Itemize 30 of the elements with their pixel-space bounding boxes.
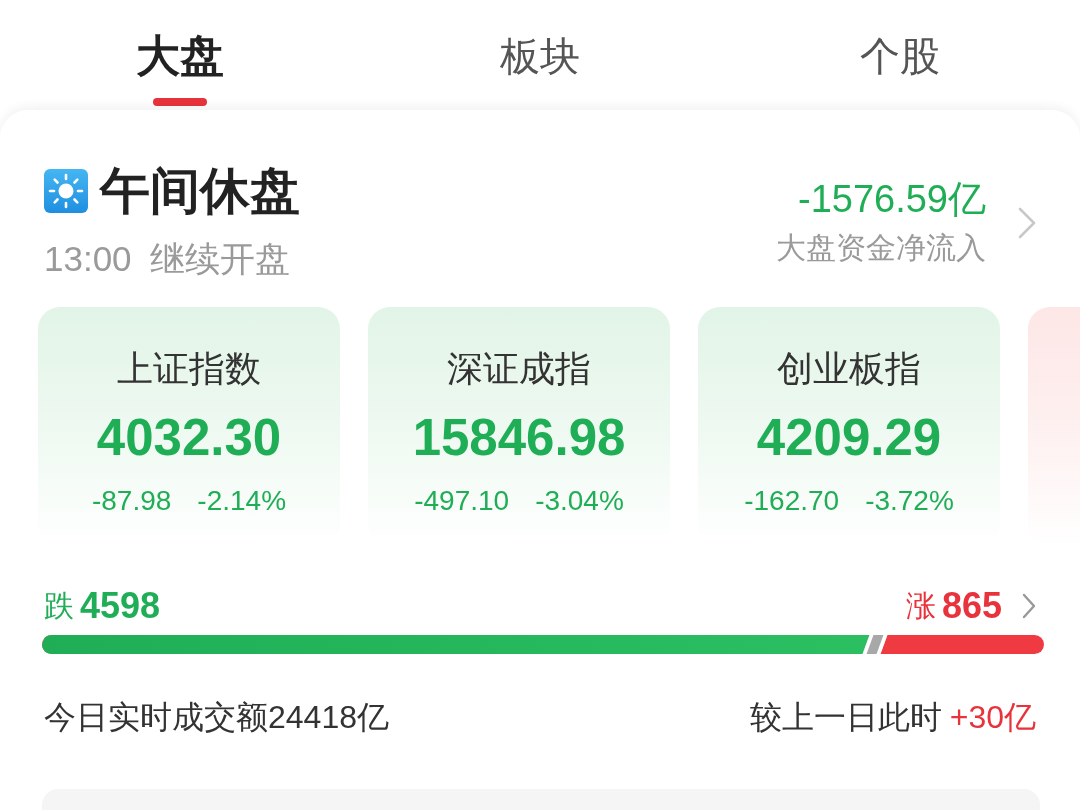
index-value: 15846.98 — [412, 408, 626, 468]
chevron-right-icon[interactable] — [1018, 207, 1036, 239]
resume-time: 13:00 — [44, 239, 132, 279]
rise-label: 涨 — [905, 588, 936, 624]
compare-value: +30亿 — [949, 698, 1036, 737]
index-change-percent: -3.72% — [865, 484, 954, 518]
index-value: 4209.29 — [756, 408, 942, 468]
index-change: -87.98 — [91, 484, 172, 518]
turnover-text: 今日实时成交额24418亿 — [44, 698, 389, 737]
tab[interactable]: 大盘 — [0, 0, 360, 110]
index-name: 创业板指 — [777, 348, 921, 390]
fall-count: 4598 — [80, 585, 161, 627]
index-name: 上证指数 — [117, 348, 261, 390]
tab[interactable]: 个股 — [720, 0, 1080, 110]
index-change-percent: -3.04% — [535, 484, 624, 518]
chevron-right-icon[interactable] — [1022, 593, 1036, 619]
session-title: 午间休盘 — [100, 163, 300, 219]
net-inflow-value: -1576.59亿 — [798, 176, 986, 221]
fall-label: 跌 — [44, 588, 74, 624]
rise-count: 865 — [941, 585, 1002, 627]
sun-icon — [44, 169, 88, 213]
index-change: -497.10 — [414, 484, 510, 518]
index-change: -162.70 — [744, 484, 840, 518]
index-value: 4032.30 — [96, 408, 282, 468]
index-change-percent: -2.14% — [197, 484, 287, 518]
resume-note: 继续开盘 — [149, 239, 290, 279]
net-inflow-label: 大盘资金净流入 — [776, 229, 986, 266]
compare-label: 较上一日此时 — [749, 698, 942, 737]
index-name: 深证成指 — [447, 348, 591, 390]
tab[interactable]: 板块 — [360, 0, 720, 110]
